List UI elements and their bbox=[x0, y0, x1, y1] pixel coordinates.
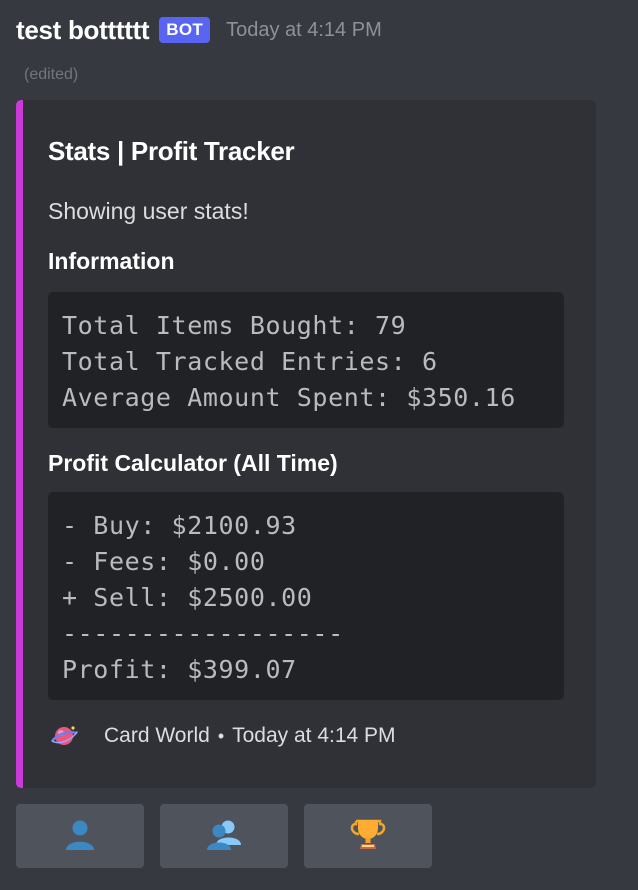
code-line: Total Items Bought: 79 bbox=[62, 311, 407, 340]
code-line: - Buy: $2100.93 bbox=[62, 511, 297, 540]
users-icon bbox=[205, 817, 243, 856]
embed-description: Showing user stats! bbox=[48, 198, 249, 224]
footer-separator: • bbox=[217, 725, 225, 746]
profit-calculator-codeblock: - Buy: $2100.93 - Fees: $0.00 + Sell: $250… bbox=[48, 492, 564, 700]
code-line: ------------------ bbox=[62, 619, 344, 648]
code-line: - Fees: $0.00 bbox=[62, 547, 266, 576]
information-codeblock: Total Items Bought: 79 Total Tracked Entr… bbox=[48, 292, 564, 428]
user-icon bbox=[63, 817, 97, 856]
embed-title: Stats | Profit Tracker bbox=[48, 136, 295, 166]
card-world-planet-icon bbox=[48, 720, 80, 752]
user-stats-button[interactable] bbox=[16, 804, 144, 868]
embed-footer: Card World • Today at 4:14 PM bbox=[48, 720, 396, 752]
group-stats-button[interactable] bbox=[160, 804, 288, 868]
action-row bbox=[16, 804, 432, 868]
author-name[interactable]: test botttttt bbox=[16, 15, 150, 46]
leaderboard-button[interactable] bbox=[304, 804, 432, 868]
edited-label: (edited) bbox=[24, 66, 79, 83]
message-header: test botttttt BOT Today at 4:14 PM bbox=[16, 12, 382, 48]
embed: Stats | Profit Tracker Showing user stat… bbox=[16, 100, 596, 788]
code-line: Profit: $399.07 bbox=[62, 655, 297, 684]
code-line: + Sell: $2500.00 bbox=[62, 583, 313, 612]
field-name-information: Information bbox=[48, 248, 175, 274]
field-name-profit-calculator: Profit Calculator (All Time) bbox=[48, 450, 338, 476]
code-line: Total Tracked Entries: 6 bbox=[62, 347, 438, 376]
code-line: Average Amount Spent: $350.16 bbox=[62, 383, 516, 412]
footer-timestamp: Today at 4:14 PM bbox=[232, 724, 396, 747]
message-timestamp[interactable]: Today at 4:14 PM bbox=[226, 19, 382, 42]
footer-text: Card World bbox=[104, 724, 210, 747]
bot-badge: BOT bbox=[159, 17, 211, 43]
trophy-icon bbox=[350, 816, 386, 857]
embed-accent-bar bbox=[16, 100, 23, 788]
